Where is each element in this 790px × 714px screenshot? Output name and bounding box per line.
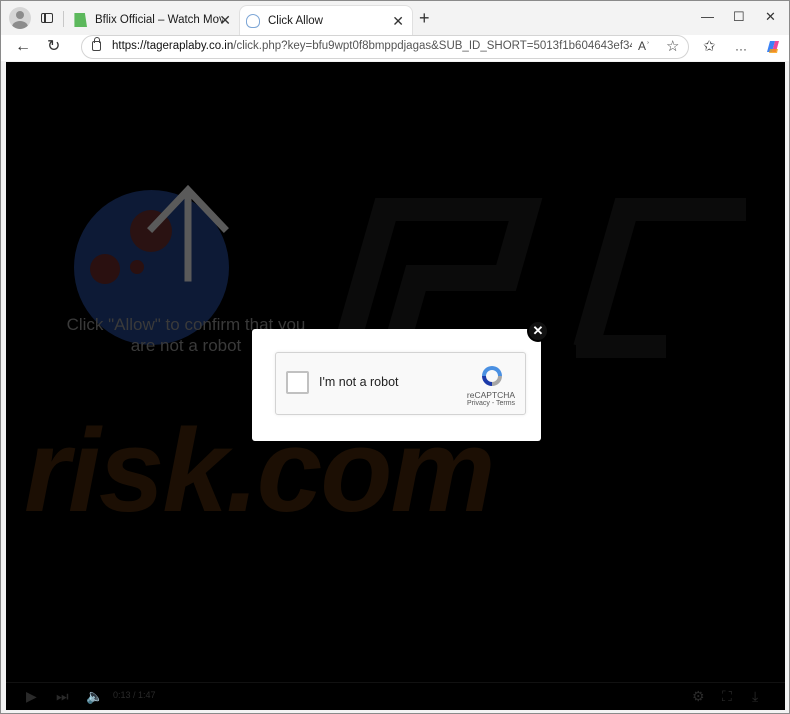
tab-title: Bflix Official – Watch Movies and: [95, 14, 223, 26]
minimize-button[interactable]: —: [701, 9, 714, 24]
close-tab-icon[interactable]: ✕: [219, 13, 231, 27]
video-time: 0:13 / 1:47: [113, 690, 156, 700]
tab-click-allow[interactable]: Click Allow ✕: [239, 5, 413, 35]
recaptcha-checkbox[interactable]: [286, 371, 309, 394]
new-tab-button[interactable]: +: [419, 9, 430, 27]
copilot-icon[interactable]: [764, 38, 782, 56]
tab-bflix[interactable]: Bflix Official – Watch Movies and ✕: [67, 5, 239, 35]
read-aloud-icon[interactable]: Aʾ: [638, 39, 650, 53]
url-text[interactable]: https://tageraplaby.co.in/click.php?key=…: [112, 40, 632, 52]
lock-icon[interactable]: [92, 37, 101, 51]
close-tab-icon[interactable]: ✕: [392, 14, 404, 28]
more-menu-icon[interactable]: ···: [735, 40, 747, 58]
recaptcha-logo-icon: [482, 366, 502, 386]
url-path: /click.php?key=bfu9wpt0f8bmppdjagas&SUB_…: [233, 40, 632, 52]
tab-actions-icon[interactable]: [37, 8, 57, 28]
tab-bar: Bflix Official – Watch Movies and ✕ Clic…: [1, 1, 789, 35]
watermark-logo-dot: [130, 260, 144, 274]
video-controls: ▶ ⏭ 🔈 0:13 / 1:47 ⚙ ⛶ ⤓: [6, 682, 785, 710]
bflix-favicon-icon: [74, 13, 87, 27]
tab-separator: [63, 11, 64, 27]
maximize-button[interactable]: ☐: [733, 9, 745, 25]
toolbar: ← ↻ https://tageraplaby.co.in/click.php?…: [1, 35, 789, 61]
volume-icon[interactable]: 🔈: [86, 688, 103, 704]
recaptcha-privacy-terms-links[interactable]: Privacy - Terms: [457, 400, 525, 407]
next-icon[interactable]: ⏭: [56, 688, 69, 704]
url-host: https://tageraplaby.co.in: [112, 40, 234, 52]
download-icon[interactable]: ⤓: [752, 688, 758, 704]
profile-icon[interactable]: [9, 7, 31, 29]
cloud-favicon-icon: [246, 13, 260, 28]
page-content: risk.com Click "Allow" to confirm that y…: [6, 62, 785, 710]
reload-icon[interactable]: ↻: [47, 38, 60, 56]
favorite-star-icon[interactable]: ☆: [666, 37, 679, 55]
video-progress-bar[interactable]: [6, 682, 785, 683]
browser-window: Bflix Official – Watch Movies and ✕ Clic…: [0, 0, 790, 714]
fullscreen-icon[interactable]: ⛶: [722, 688, 732, 704]
tab-title: Click Allow: [268, 14, 323, 27]
back-icon[interactable]: ←: [15, 38, 31, 56]
arrow-up-icon: [147, 184, 229, 282]
watermark-logo-dot: [90, 254, 120, 284]
captcha-modal: I'm not a robot reCAPTCHA Privacy - Term…: [252, 329, 541, 441]
recaptcha-widget: I'm not a robot reCAPTCHA Privacy - Term…: [275, 352, 526, 415]
play-icon[interactable]: ▶: [26, 688, 37, 704]
modal-close-button[interactable]: ✕: [527, 320, 549, 342]
recaptcha-checkbox-label: I'm not a robot: [319, 375, 399, 389]
address-bar[interactable]: https://tageraplaby.co.in/click.php?key=…: [81, 35, 689, 59]
recaptcha-brand: reCAPTCHA: [466, 390, 516, 400]
settings-icon[interactable]: ⚙: [692, 688, 705, 704]
close-window-button[interactable]: ✕: [765, 9, 776, 25]
favorites-icon[interactable]: ✩: [703, 38, 716, 56]
